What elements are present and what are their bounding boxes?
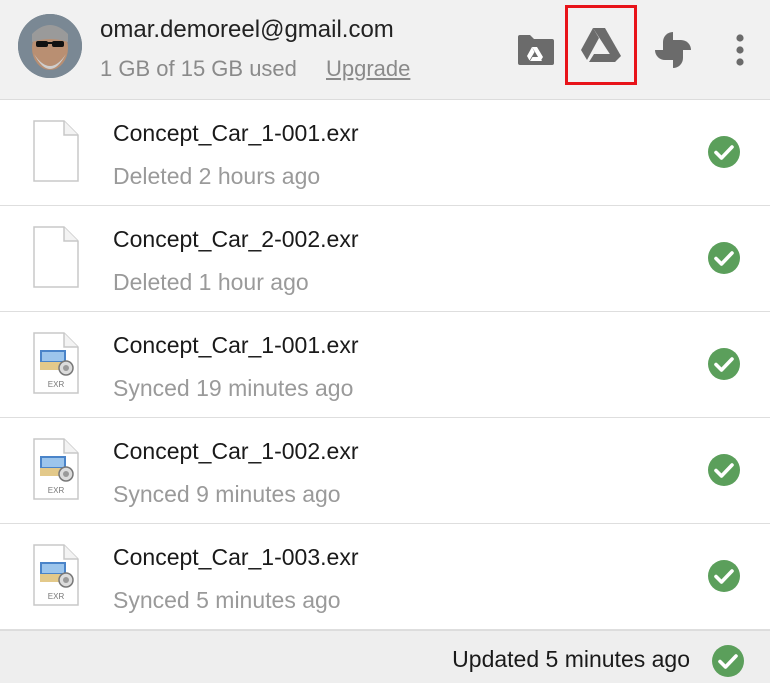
- account-email: omar.demoreel@gmail.com: [100, 16, 394, 43]
- svg-text:EXR: EXR: [48, 380, 65, 389]
- google-drive-icon: [581, 28, 621, 62]
- synced-check-icon: [708, 136, 740, 168]
- synced-check-icon: [708, 454, 740, 486]
- google-photos-button[interactable]: [646, 0, 700, 99]
- blank-document-icon: [33, 120, 79, 182]
- list-item[interactable]: EXR Concept_Car_1-002.exr Synced 9 minut…: [0, 418, 770, 524]
- file-name: Concept_Car_1-003.exr: [113, 544, 359, 570]
- exr-file-icon: EXR: [33, 332, 79, 394]
- list-item[interactable]: EXR Concept_Car_1-001.exr Synced 19 minu…: [0, 312, 770, 418]
- synced-check-icon: [708, 242, 740, 274]
- drive-folder-button[interactable]: [512, 0, 560, 99]
- synced-check-icon: [712, 645, 744, 677]
- more-vert-icon: [736, 33, 744, 66]
- blank-document-icon: [33, 226, 79, 288]
- list-item[interactable]: Concept_Car_1-001.exr Deleted 2 hours ag…: [0, 100, 770, 206]
- synced-check-icon: [708, 348, 740, 380]
- file-status: Synced 9 minutes ago: [113, 481, 341, 507]
- file-status: Deleted 1 hour ago: [113, 269, 309, 295]
- account-header: omar.demoreel@gmail.com 1 GB of 15 GB us…: [0, 0, 770, 100]
- sync-status-text: Updated 5 minutes ago: [452, 646, 690, 672]
- file-status: Synced 5 minutes ago: [113, 587, 341, 613]
- file-name: Concept_Car_2-002.exr: [113, 226, 359, 252]
- file-name: Concept_Car_1-001.exr: [113, 332, 359, 358]
- upgrade-link[interactable]: Upgrade: [326, 56, 410, 82]
- file-list: Concept_Car_1-001.exr Deleted 2 hours ag…: [0, 100, 770, 630]
- list-item[interactable]: EXR Concept_Car_1-003.exr Synced 5 minut…: [0, 524, 770, 630]
- svg-text:EXR: EXR: [48, 486, 65, 495]
- google-drive-button[interactable]: [565, 5, 637, 85]
- file-status: Synced 19 minutes ago: [113, 375, 354, 401]
- list-item[interactable]: Concept_Car_2-002.exr Deleted 1 hour ago: [0, 206, 770, 312]
- svg-text:EXR: EXR: [48, 592, 65, 601]
- exr-file-icon: EXR: [33, 438, 79, 500]
- file-name: Concept_Car_1-001.exr: [113, 120, 359, 146]
- synced-check-icon: [708, 560, 740, 592]
- file-status: Deleted 2 hours ago: [113, 163, 321, 189]
- file-name: Concept_Car_1-002.exr: [113, 438, 359, 464]
- drive-folder-icon: [518, 34, 554, 65]
- avatar[interactable]: [18, 14, 82, 78]
- google-photos-icon: [655, 31, 691, 68]
- exr-file-icon: EXR: [33, 544, 79, 606]
- more-options-button[interactable]: [720, 0, 760, 99]
- storage-usage: 1 GB of 15 GB used: [100, 56, 297, 81]
- status-footer: Updated 5 minutes ago: [0, 630, 770, 683]
